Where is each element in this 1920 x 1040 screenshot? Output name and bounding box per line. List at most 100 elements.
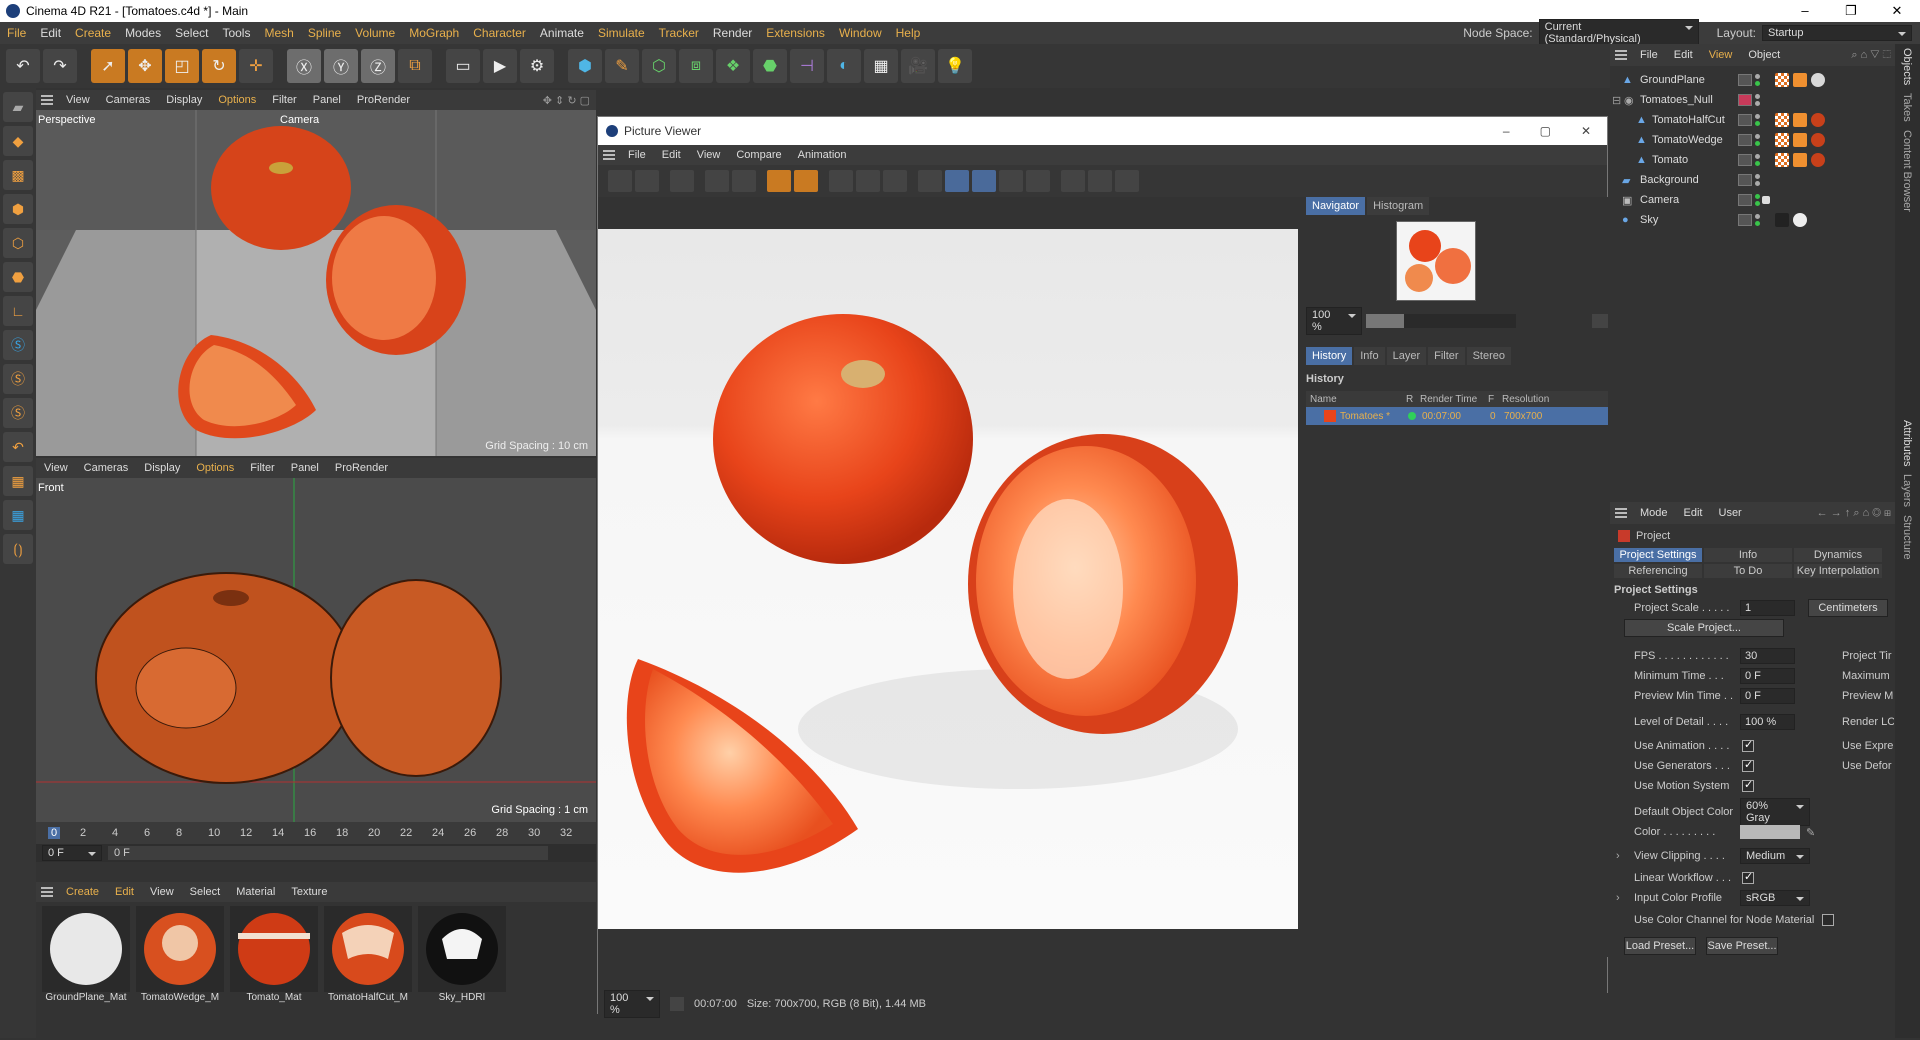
eyedropper-icon[interactable]: ✎ <box>1806 826 1815 839</box>
pen-spline-icon[interactable]: ✎ <box>605 49 639 83</box>
history-row[interactable]: Tomatoes * 00:07:00 0 700x700 <box>1306 407 1608 425</box>
load-preset-button[interactable]: Load Preset... <box>1624 937 1696 955</box>
rendered-image[interactable] <box>598 229 1298 929</box>
tab-dynamics[interactable]: Dynamics <box>1794 548 1882 562</box>
menu-edit[interactable]: Edit <box>33 26 68 40</box>
menu-window[interactable]: Window <box>832 26 889 40</box>
snap-icon[interactable]: Ⓢ <box>3 330 33 360</box>
visibility-dots[interactable] <box>1755 154 1761 166</box>
color-swatch[interactable] <box>1740 825 1800 839</box>
col-name[interactable]: Name <box>1306 394 1406 405</box>
close-button[interactable]: ✕ <box>1874 3 1920 19</box>
object-row-tomatoes-null[interactable]: ⊟ ◉ Tomatoes_Null <box>1610 90 1895 110</box>
array-icon[interactable]: ⬣ <box>753 49 787 83</box>
tab-filter[interactable]: Filter <box>1428 347 1465 365</box>
current-frame-field[interactable]: 0 F <box>42 845 102 861</box>
region-render-icon[interactable] <box>705 170 729 192</box>
show-region-icon[interactable] <box>829 170 853 192</box>
linear-workflow-checkbox[interactable] <box>1742 870 1754 884</box>
tab-layers-vertical[interactable]: Layers <box>1895 470 1919 511</box>
tab-histogram[interactable]: Histogram <box>1367 197 1430 215</box>
object-row-tomatohalfcut[interactable]: ▲ TomatoHalfCut <box>1610 110 1895 130</box>
mat-menu-material[interactable]: Material <box>228 886 283 898</box>
material-swatch[interactable]: GroundPlane_Mat <box>42 906 130 1003</box>
show-channel-icon[interactable] <box>883 170 907 192</box>
tab-structure-vertical[interactable]: Structure <box>1895 511 1919 564</box>
object-tags[interactable] <box>1775 113 1825 127</box>
vp-menu-display[interactable]: Display <box>158 94 210 106</box>
node-space-dropdown[interactable]: Current (Standard/Physical) <box>1538 19 1699 47</box>
menu-create[interactable]: Create <box>68 26 118 40</box>
render-settings-icon[interactable]: ⚙ <box>520 49 554 83</box>
visibility-dots[interactable] <box>1755 114 1761 126</box>
layer-flag[interactable] <box>1738 94 1752 106</box>
material-swatch[interactable]: Sky_HDRI <box>418 906 506 1003</box>
fullscreen-icon[interactable] <box>1088 170 1112 192</box>
menu-spline[interactable]: Spline <box>301 26 348 40</box>
maximize-button[interactable]: ❐ <box>1828 3 1874 19</box>
pv-menu-edit[interactable]: Edit <box>654 149 689 161</box>
project-scale-unit-dropdown[interactable]: Centimeters <box>1808 599 1888 617</box>
fit-icon[interactable] <box>1061 170 1085 192</box>
object-row-tomatowedge[interactable]: ▲ TomatoWedge <box>1610 130 1895 150</box>
vp-menu-prorender[interactable]: ProRender <box>349 94 418 106</box>
project-scale-input[interactable]: 1 <box>1740 600 1795 616</box>
tweak-mode-icon[interactable]: ↶ <box>3 432 33 462</box>
use-generators-checkbox[interactable] <box>1742 758 1754 772</box>
visibility-dots[interactable] <box>1755 94 1761 106</box>
texture-mode-icon[interactable]: ▩ <box>3 160 33 190</box>
object-manager-search-icon[interactable]: ⌕ ⌂ ▽ ⬚ <box>1851 49 1895 62</box>
environment-icon[interactable]: ▦ <box>864 49 898 83</box>
scale-project-button[interactable]: Scale Project... <box>1624 619 1784 637</box>
solo-icon[interactable]: ⟮⟯ <box>3 534 33 564</box>
vp-menu-cameras[interactable]: Cameras <box>98 94 159 106</box>
menu-modes[interactable]: Modes <box>118 26 168 40</box>
menu-tools[interactable]: Tools <box>215 26 257 40</box>
split-horizontal-icon[interactable] <box>972 170 996 192</box>
vp2-menu-display[interactable]: Display <box>136 462 188 474</box>
material-swatch[interactable]: TomatoHalfCut_M <box>324 906 412 1003</box>
object-row-sky[interactable]: ● Sky <box>1610 210 1895 230</box>
visibility-dots[interactable] <box>1755 134 1761 146</box>
open-file-icon[interactable] <box>608 170 632 192</box>
attr-menu-mode[interactable]: Mode <box>1632 507 1676 519</box>
rotate-tool-icon[interactable]: ↻ <box>202 49 236 83</box>
col-f[interactable]: F <box>1488 394 1502 405</box>
pv-menu-view[interactable]: View <box>689 149 729 161</box>
attr-menu-user[interactable]: User <box>1711 507 1750 519</box>
cube-icon[interactable]: ⬢ <box>568 49 602 83</box>
last-tool-icon[interactable]: ✛ <box>239 49 273 83</box>
material-swatch[interactable]: Tomato_Mat <box>230 906 318 1003</box>
tab-content-browser-vertical[interactable]: Content Browser <box>1895 126 1919 216</box>
layer-flag[interactable] <box>1738 74 1752 86</box>
menu-extensions[interactable]: Extensions <box>759 26 832 40</box>
menu-tracker[interactable]: Tracker <box>652 26 706 40</box>
material-hamburger-icon[interactable] <box>36 882 58 902</box>
layer-flag[interactable] <box>1738 174 1752 186</box>
preview-min-time-input[interactable]: 0 F <box>1740 688 1795 704</box>
object-tags[interactable] <box>1775 73 1825 87</box>
tab-history[interactable]: History <box>1306 347 1353 365</box>
visibility-dots[interactable] <box>1755 174 1761 186</box>
mat-menu-view[interactable]: View <box>142 886 182 898</box>
subdivision-surface-icon[interactable]: ⬡ <box>642 49 676 83</box>
use-color-channel-checkbox[interactable] <box>1822 914 1834 926</box>
tab-attributes-vertical[interactable]: Attributes <box>1895 416 1919 470</box>
tab-attr-info[interactable]: Info <box>1704 548 1792 562</box>
object-tags[interactable] <box>1775 213 1807 227</box>
navigator-zoom-field[interactable]: 100 % <box>1306 307 1362 335</box>
menu-file[interactable]: File <box>0 26 33 40</box>
menu-render[interactable]: Render <box>706 26 759 40</box>
object-row-groundplane[interactable]: ▲ GroundPlane <box>1610 70 1895 90</box>
layer-flag[interactable] <box>1738 114 1752 126</box>
mat-menu-create[interactable]: Create <box>58 886 107 898</box>
minimum-time-input[interactable]: 0 F <box>1740 668 1795 684</box>
bend-deformer-icon[interactable]: ⊣ <box>790 49 824 83</box>
navigator-thumbnail[interactable] <box>1396 221 1476 301</box>
tab-project-settings[interactable]: Project Settings <box>1614 548 1702 562</box>
zoom-icon[interactable] <box>1115 170 1139 192</box>
object-row-background[interactable]: ▰ Background <box>1610 170 1895 190</box>
menu-mesh[interactable]: Mesh <box>257 26 300 40</box>
quantize-icon[interactable]: Ⓢ <box>3 398 33 428</box>
layer-flag[interactable] <box>1738 154 1752 166</box>
